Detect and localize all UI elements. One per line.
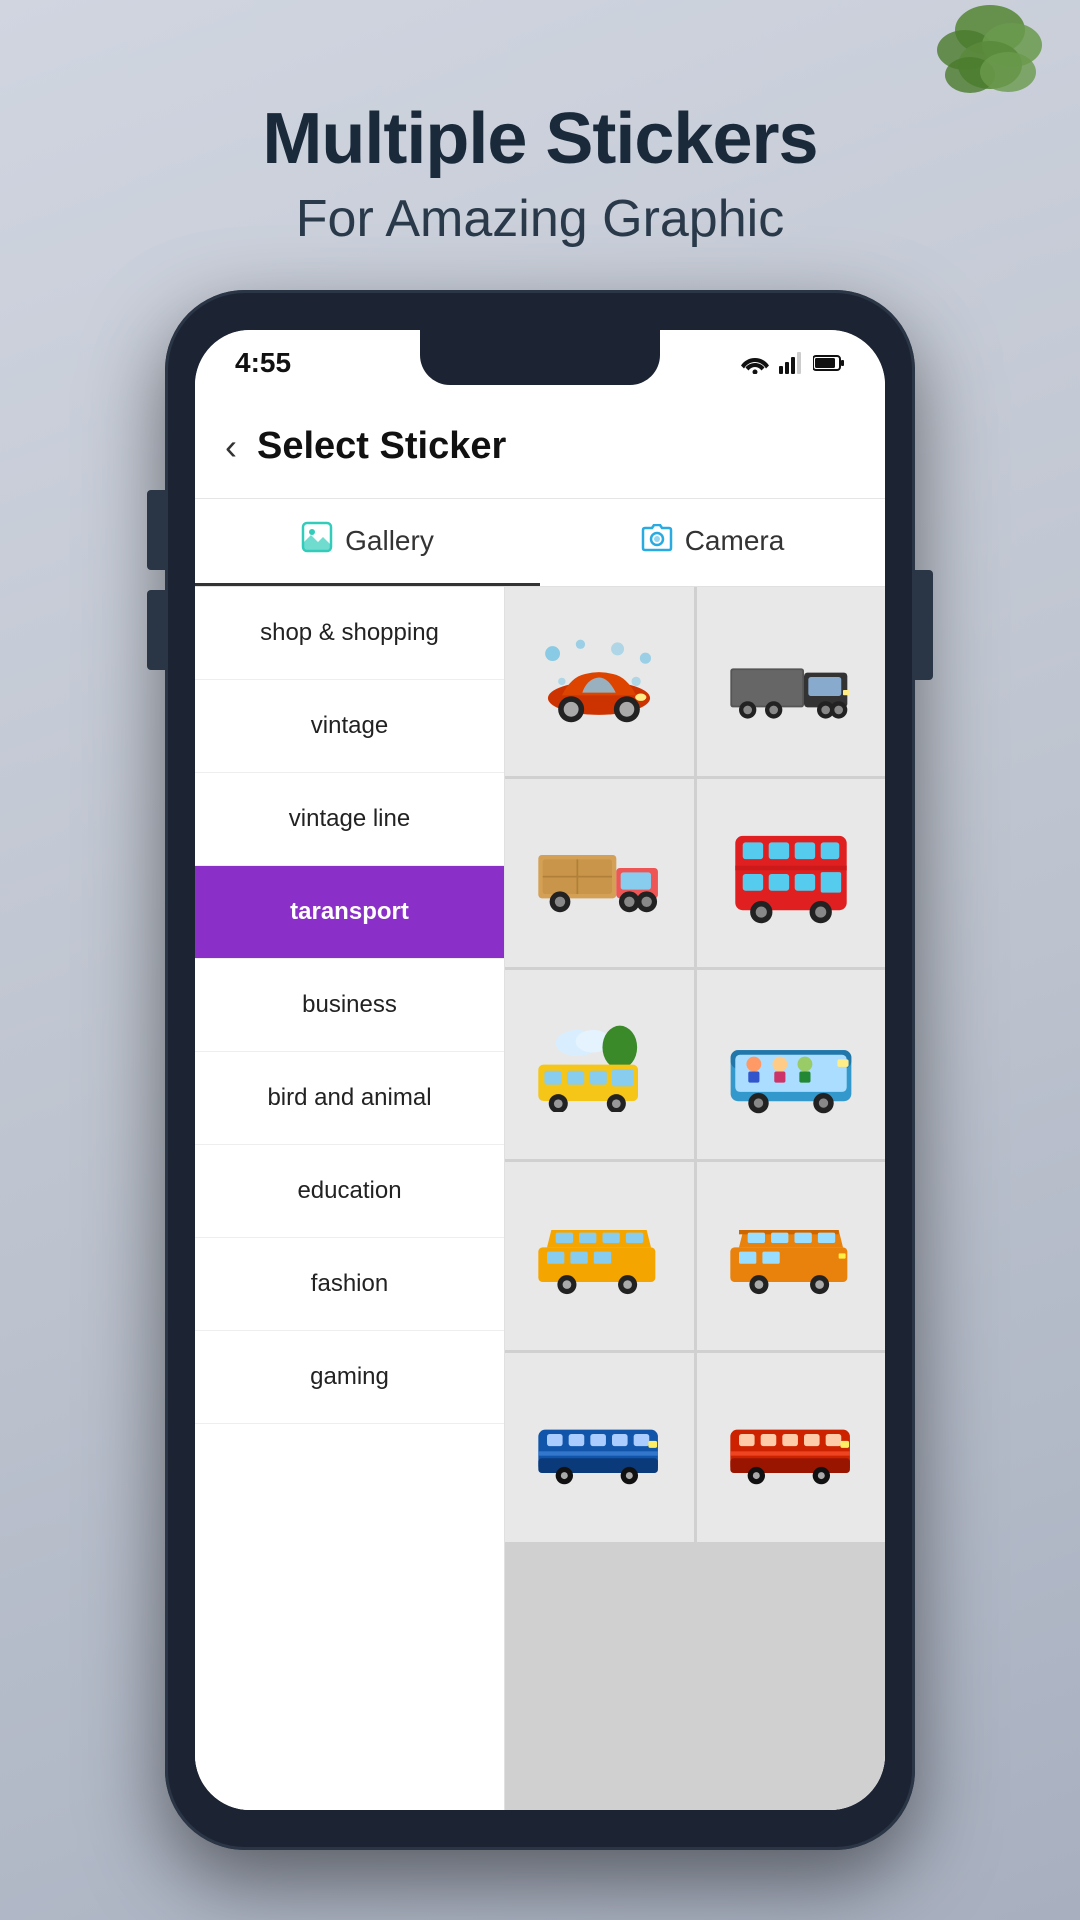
battery-icon	[813, 354, 845, 372]
category-list: shop & shopping vintage vintage line tar…	[195, 587, 505, 1810]
signal-icon	[779, 352, 803, 374]
status-icons	[741, 352, 845, 374]
category-bird-animal[interactable]: bird and animal	[195, 1052, 504, 1145]
sticker-minivan-blue[interactable]	[505, 1162, 694, 1351]
sticker-sports-car[interactable]	[505, 587, 694, 776]
sticker-bus-blue-long[interactable]	[505, 1353, 694, 1542]
sticker-delivery-truck[interactable]	[505, 779, 694, 968]
page-title: Select Sticker	[257, 425, 506, 468]
back-button[interactable]: ‹	[225, 426, 237, 468]
sticker-school-bus[interactable]	[505, 970, 694, 1159]
gallery-label: Gallery	[345, 525, 434, 557]
phone-frame: 4:55	[165, 290, 915, 1850]
sticker-bus-people[interactable]	[697, 970, 886, 1159]
category-vintage-line[interactable]: vintage line	[195, 773, 504, 866]
app-header: ‹ Select Sticker	[195, 395, 885, 499]
sticker-minivan-orange[interactable]	[697, 1162, 886, 1351]
tab-gallery[interactable]: Gallery	[195, 499, 540, 586]
category-gaming[interactable]: gaming	[195, 1331, 504, 1424]
volume-down	[147, 590, 165, 670]
phone-screen: 4:55	[195, 330, 885, 1810]
app-content: ‹ Select Sticker Gallery	[195, 395, 885, 1810]
sticker-grid	[505, 587, 885, 1810]
sticker-semi-truck[interactable]	[697, 587, 886, 776]
category-education[interactable]: education	[195, 1145, 504, 1238]
camera-icon	[641, 523, 673, 560]
wifi-icon	[741, 352, 769, 374]
sticker-double-decker[interactable]	[697, 779, 886, 968]
notch	[420, 330, 660, 385]
header-section: Multiple Stickers For Amazing Graphic	[0, 100, 1080, 249]
volume-buttons	[147, 490, 165, 670]
category-fashion[interactable]: fashion	[195, 1238, 504, 1331]
gallery-icon	[301, 521, 333, 561]
volume-up	[147, 490, 165, 570]
category-taransport[interactable]: taransport	[195, 866, 504, 959]
sticker-bus-red-long[interactable]	[697, 1353, 886, 1542]
category-vintage[interactable]: vintage	[195, 680, 504, 773]
category-shop[interactable]: shop & shopping	[195, 587, 504, 680]
phone-mockup: 4:55	[165, 290, 915, 1850]
tabs-row: Gallery Camera	[195, 499, 885, 587]
status-time: 4:55	[235, 347, 291, 379]
tab-camera[interactable]: Camera	[540, 499, 885, 586]
main-title: Multiple Stickers	[0, 100, 1080, 179]
camera-label: Camera	[685, 525, 785, 557]
power-button	[915, 570, 933, 680]
content-area: shop & shopping vintage vintage line tar…	[195, 587, 885, 1810]
category-business[interactable]: business	[195, 959, 504, 1052]
main-subtitle: For Amazing Graphic	[0, 189, 1080, 249]
